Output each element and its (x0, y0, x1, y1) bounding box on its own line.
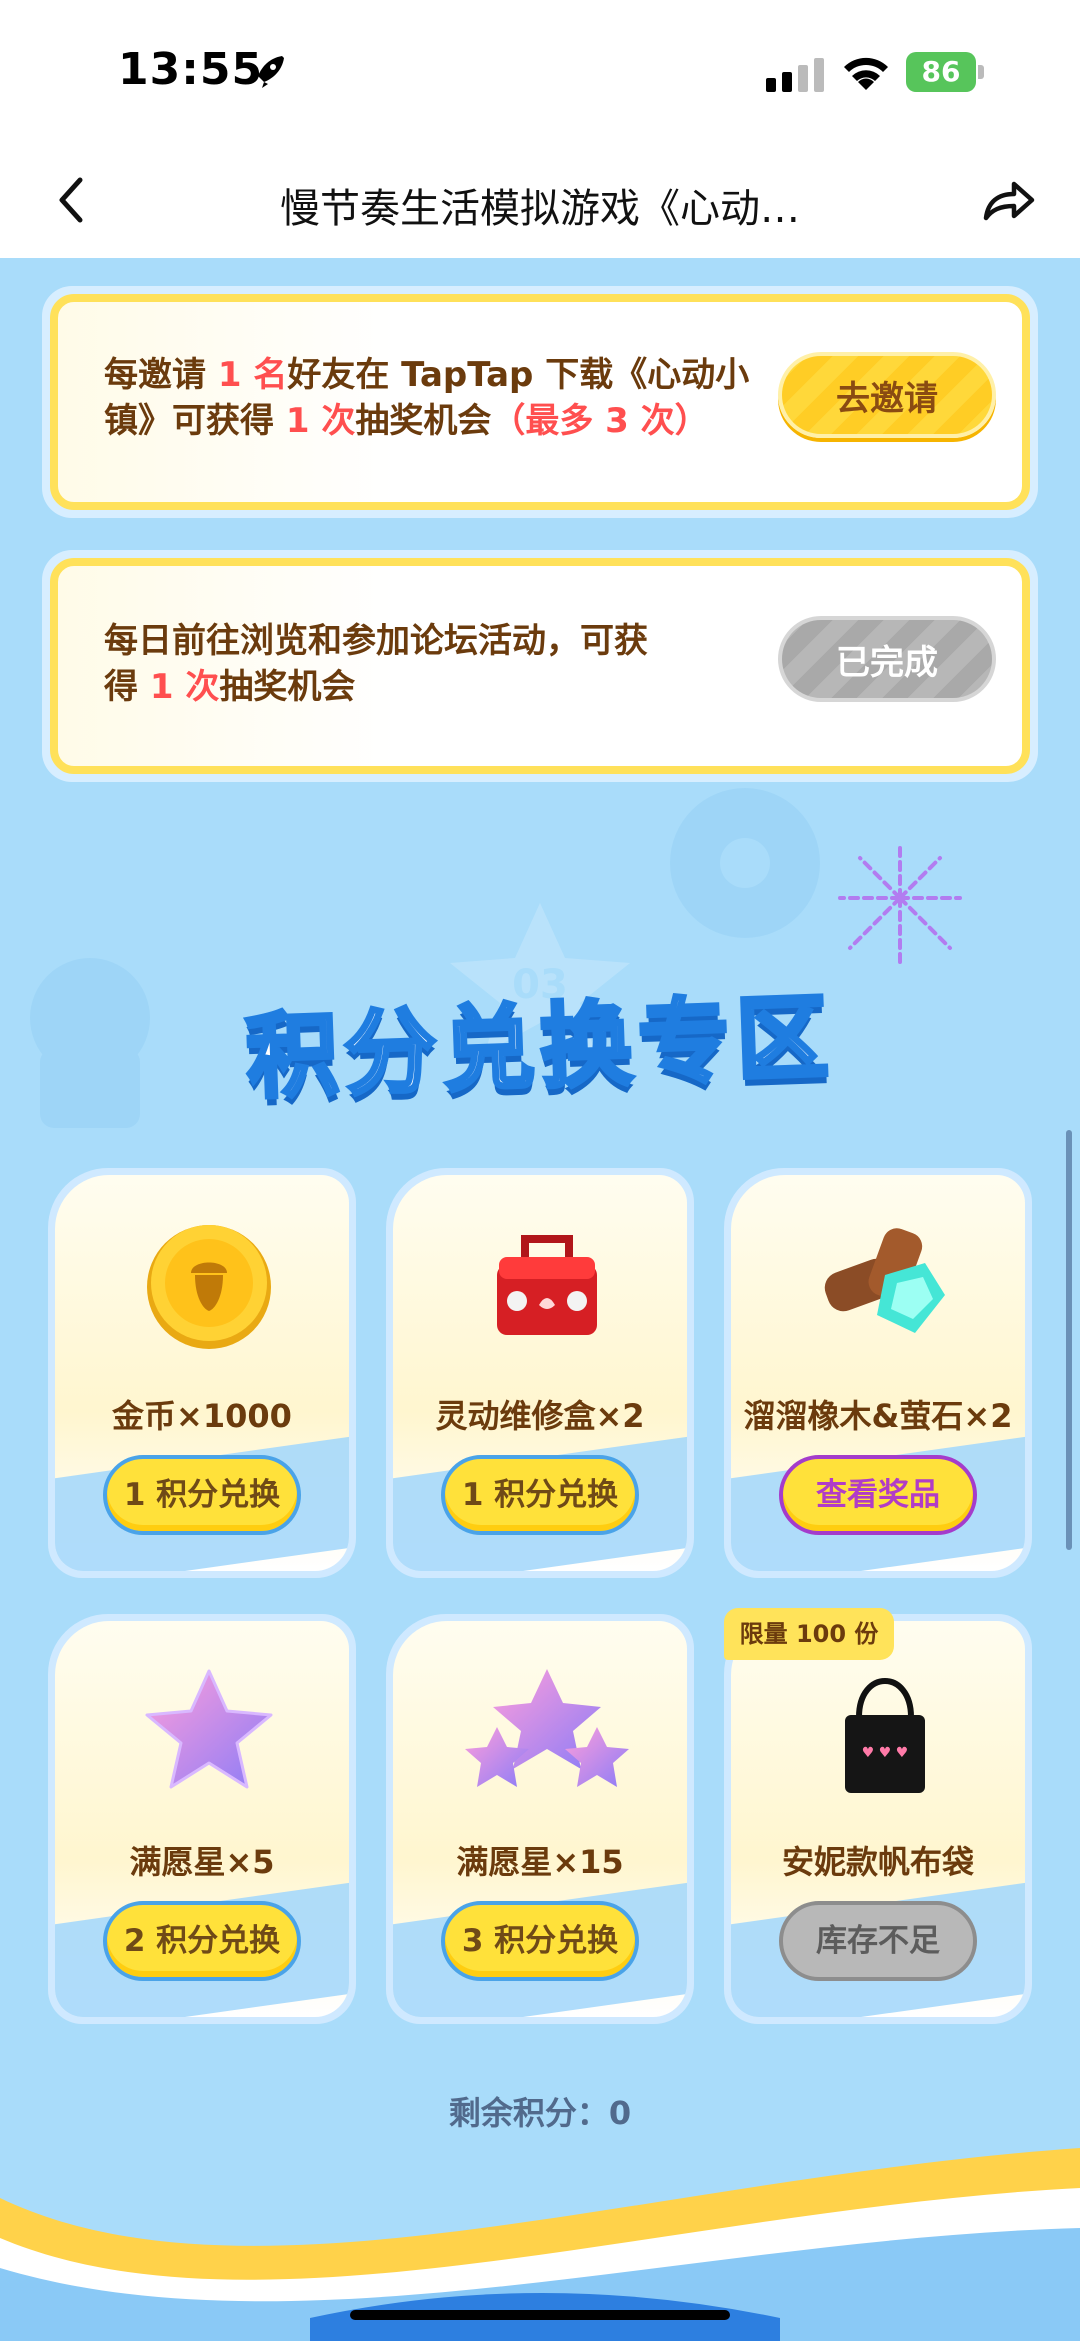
invite-task-card: 每邀请 1 名好友在 TapTap 下载《心动小 镇》可获得 1 次抽奖机会（最多… (42, 286, 1038, 518)
task-text-part: 镇》可获得 (104, 401, 286, 441)
reward-card: 金币×1000 1 积分兑换 (48, 1168, 356, 1578)
reward-card: ♥ ♥ ♥ 安妮款帆布袋 库存不足 (724, 1614, 1032, 2024)
reward-card: 满愿星×5 2 积分兑换 (48, 1614, 356, 2024)
invite-button[interactable]: 去邀请 (778, 352, 996, 438)
task-text-part: 每日前往浏览和参加论坛活动，可获 (104, 621, 648, 661)
limited-tag: 限量 100 份 (724, 1608, 894, 1660)
browse-task-card: 每日前往浏览和参加论坛活动，可获得 1 次抽奖机会 已完成 (42, 550, 1038, 782)
wave-decoration (0, 2148, 1080, 2341)
gold-coin-icon (147, 1225, 271, 1349)
reward-name: 灵动维修盒×2 (435, 1397, 645, 1435)
reward-name: 满愿星×5 (129, 1843, 275, 1881)
browse-task-text: 每日前往浏览和参加论坛活动，可获得 1 次抽奖机会 (104, 618, 744, 710)
reward-card: 灵动维修盒×2 1 积分兑换 (386, 1168, 694, 1578)
task-text-part: 抽奖机会 (355, 401, 492, 441)
completed-button[interactable]: 已完成 (778, 616, 996, 702)
cellular-signal-icon (766, 58, 824, 92)
invite-task-text: 每邀请 1 名好友在 TapTap 下载《心动小 镇》可获得 1 次抽奖机会（最多… (104, 352, 804, 444)
back-arrow-icon[interactable] (50, 170, 94, 230)
status-time: 13:55 (118, 44, 264, 95)
reward-name: 满愿星×15 (456, 1843, 624, 1881)
reward-card: 满愿星×15 3 积分兑换 (386, 1614, 694, 2024)
wish-stars-icon (465, 1669, 629, 1787)
page-title: 慢节奏生活模拟游戏《心动… (280, 186, 800, 232)
reward-name: 安妮款帆布袋 (781, 1843, 974, 1881)
task-text-part: 好友在 TapTap 下载《心动小 (287, 355, 750, 395)
main-content: 每邀请 1 名好友在 TapTap 下载《心动小 镇》可获得 1 次抽奖机会（最多… (0, 258, 1080, 2341)
toolbox-icon (497, 1235, 597, 1335)
section-title: 积分兑换专区 (0, 973, 1080, 1113)
wish-star-icon (145, 1669, 273, 1789)
exchange-button[interactable]: 1 积分兑换 (103, 1455, 301, 1535)
rocket-icon (252, 56, 284, 88)
wood-crystal-icon (824, 1228, 945, 1333)
tote-bag-icon: ♥ ♥ ♥ (845, 1678, 925, 1793)
svg-text:♥ ♥ ♥: ♥ ♥ ♥ (862, 1745, 909, 1761)
task-text-part: 抽奖机会 (219, 667, 356, 707)
reward-name: 金币×1000 (112, 1397, 292, 1435)
task-text-highlight: 1 次 (285, 401, 356, 441)
view-prize-button[interactable]: 查看奖品 (779, 1455, 977, 1535)
status-bar: 13:55 86 (0, 0, 1080, 150)
section-title-text: 积分兑换专区 (243, 982, 838, 1113)
task-text-highlight: 1 名 (217, 355, 288, 395)
task-text-highlight: （最多 3 次） (491, 401, 709, 441)
exchange-button[interactable]: 1 积分兑换 (441, 1455, 639, 1535)
out-of-stock-button[interactable]: 库存不足 (779, 1901, 977, 1981)
share-icon[interactable] (980, 170, 1036, 230)
exchange-button[interactable]: 3 积分兑换 (441, 1901, 639, 1981)
wifi-icon (844, 57, 888, 90)
battery-icon: 86 (906, 52, 986, 92)
task-text-part: 每邀请 (104, 355, 218, 395)
home-indicator[interactable] (350, 2310, 730, 2320)
nav-bar: 慢节奏生活模拟游戏《心动… (0, 150, 1080, 260)
battery-level: 86 (921, 55, 961, 88)
reward-name: 溜溜橡木&萤石×2 (743, 1397, 1013, 1435)
task-text-part: 得 (104, 667, 150, 707)
exchange-button[interactable]: 2 积分兑换 (103, 1901, 301, 1981)
reward-card: 溜溜橡木&萤石×2 查看奖品 (724, 1168, 1032, 1578)
task-text-highlight: 1 次 (149, 667, 220, 707)
scrollbar[interactable] (1066, 1130, 1072, 1550)
